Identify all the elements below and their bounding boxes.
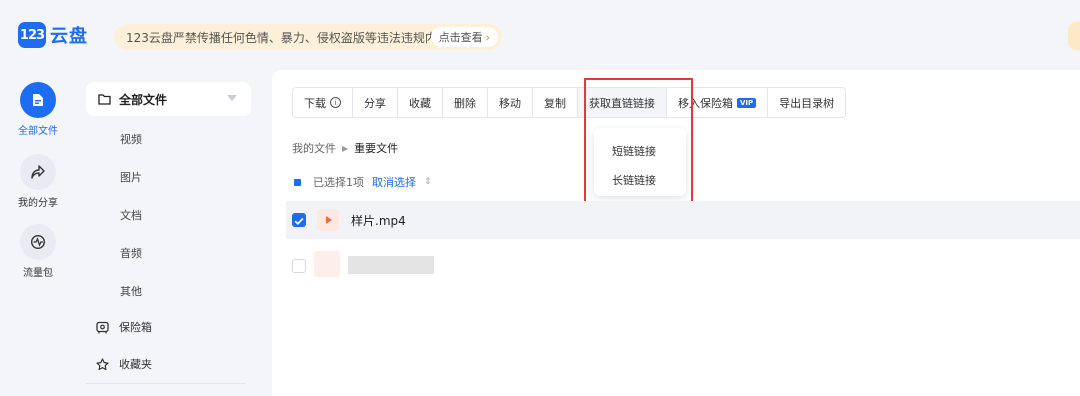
logo-badge: 123 [18, 22, 46, 48]
selection-count: 已选择1项 [313, 176, 364, 189]
move-button[interactable]: 移动 [488, 87, 533, 118]
caret-down-icon[interactable] [227, 95, 237, 101]
star-icon [96, 357, 109, 371]
sidebar-item-audio[interactable]: 音频 [120, 245, 142, 261]
breadcrumb-root[interactable]: 我的文件 [292, 140, 336, 156]
app-header: 123 云盘 123云盘严禁传播任何色情、暴力、侵权盗版等违法违规内容 点击查看… [0, 0, 1080, 70]
file-list-panel: 下载 i 分享 收藏 删除 移动 复制 获取直链链接 移入保险箱 VIP 导出目… [272, 70, 1080, 396]
sidebar-item-label: 保险箱 [119, 321, 152, 334]
breadcrumb-current: 重要文件 [354, 142, 399, 155]
sort-icon[interactable]: ⇕ [424, 177, 432, 187]
app-logo[interactable]: 123 云盘 [18, 22, 88, 48]
chevron-right-icon: › [485, 30, 490, 44]
sidebar-item-docs[interactable]: 文档 [120, 207, 142, 223]
folder-icon [98, 93, 111, 105]
notice-text: 123云盘严禁传播任何色情、暴力、侵权盗版等违法违规内容 [126, 30, 449, 45]
vip-badge: VIP [737, 97, 757, 108]
notice-view-button[interactable]: 点击查看 › [430, 27, 498, 47]
rail-item-my-share[interactable]: 我的分享 [0, 154, 76, 209]
file-row-placeholder [286, 247, 1080, 285]
sidebar-item-safe[interactable]: 保险箱 [96, 319, 152, 335]
rail-label: 全部文件 [18, 126, 58, 137]
video-file-icon [317, 209, 339, 231]
sidebar-item-all-files[interactable]: 全部文件 [86, 82, 251, 116]
download-button[interactable]: 下载 i [292, 87, 353, 118]
sidebar-root-label: 全部文件 [119, 92, 168, 107]
rail-item-traffic-pack[interactable]: 流量包 [0, 224, 76, 279]
cancel-selection-link[interactable]: 取消选择 [372, 174, 416, 190]
sidebar-item-favorites[interactable]: 收藏夹 [96, 356, 152, 372]
copy-button[interactable]: 复制 [533, 87, 578, 118]
sidebar-item-video[interactable]: 视频 [120, 131, 142, 147]
rail-item-all-files[interactable]: 全部文件 [0, 82, 76, 137]
row-checkbox[interactable] [292, 259, 306, 273]
sidebar-item-label: 收藏夹 [119, 358, 152, 371]
sidebar-item-images[interactable]: 图片 [120, 169, 142, 185]
selection-bar: 已选择1项 取消选择 ⇕ [294, 174, 432, 190]
favorite-button[interactable]: 收藏 [398, 87, 443, 118]
share-arrow-icon [20, 154, 56, 190]
logo-text: 云盘 [50, 26, 88, 47]
checkmark-icon [294, 218, 304, 226]
placeholder-file-icon [314, 251, 340, 277]
row-checkbox[interactable] [292, 213, 306, 227]
action-toolbar: 下载 i 分享 收藏 删除 移动 复制 获取直链链接 移入保险箱 VIP 导出目… [292, 87, 847, 118]
file-folder-icon [20, 82, 56, 118]
file-category-sidebar: 全部文件 视频 图片 文档 音频 其他 保险箱 收藏夹 [76, 70, 262, 396]
rail-label: 我的分享 [18, 198, 58, 209]
file-name[interactable]: 样片.mp4 [351, 212, 406, 229]
safe-box-icon [96, 321, 109, 334]
file-row[interactable]: 样片.mp4 [286, 201, 1080, 239]
breadcrumb: 我的文件 ▶ 重要文件 [292, 140, 398, 156]
share-button[interactable]: 分享 [353, 87, 398, 118]
download-label: 下载 [304, 96, 326, 110]
sidebar-divider [86, 383, 246, 384]
rail-label: 流量包 [23, 268, 53, 279]
notice-banner: 123云盘严禁传播任何色情、暴力、侵权盗版等违法违规内容 点击查看 › [114, 24, 502, 50]
header-promo-button[interactable] [1068, 22, 1080, 50]
delete-button[interactable]: 删除 [443, 87, 488, 118]
export-tree-button[interactable]: 导出目录树 [768, 87, 847, 118]
left-rail: 全部文件 我的分享 流量包 [0, 70, 76, 396]
caret-right-icon: ▶ [342, 143, 349, 153]
notice-view-label: 点击查看 [438, 31, 483, 44]
placeholder-file-name [348, 256, 434, 274]
sidebar-item-other[interactable]: 其他 [120, 283, 142, 299]
select-all-checkbox[interactable] [294, 178, 301, 186]
traffic-pack-icon [20, 224, 56, 260]
info-icon: i [330, 97, 341, 108]
